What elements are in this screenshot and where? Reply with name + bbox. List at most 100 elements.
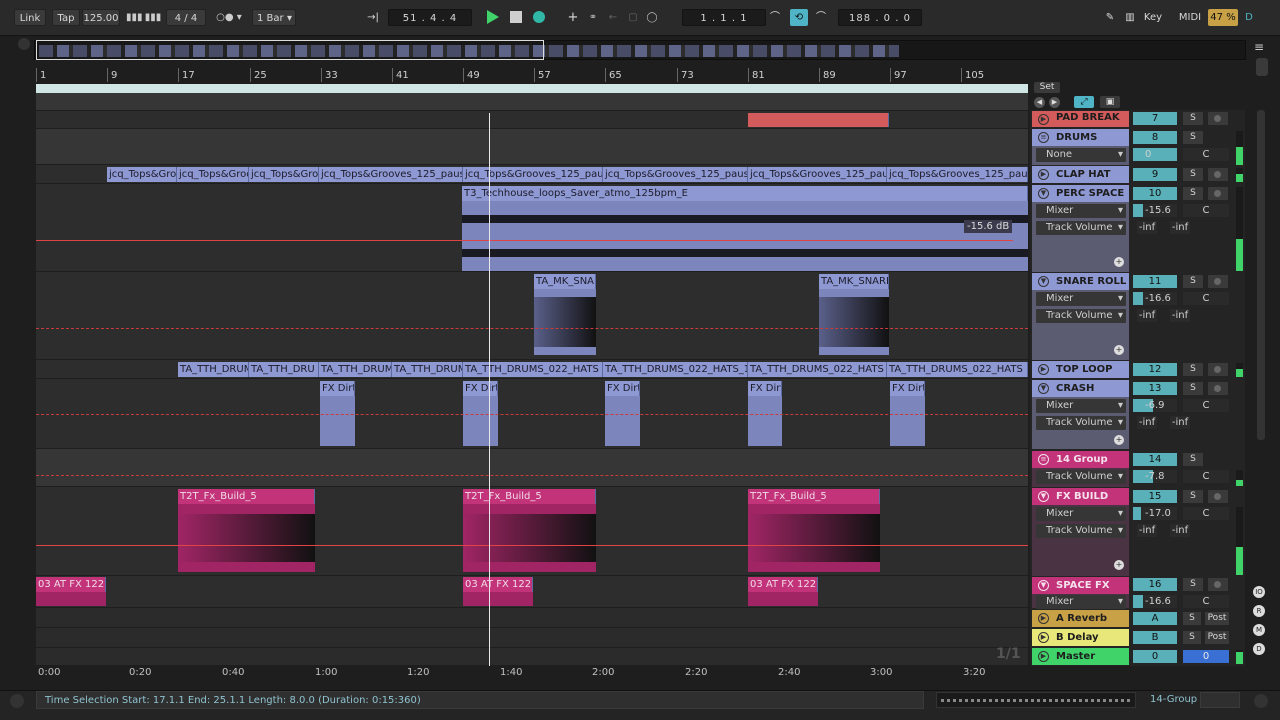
- clip[interactable]: TA_MK_SNARE: [819, 274, 889, 289]
- solo-button[interactable]: S: [1183, 363, 1203, 376]
- post-button[interactable]: Post: [1205, 631, 1229, 644]
- punch-out-icon[interactable]: ⌒: [814, 9, 828, 26]
- track-number[interactable]: 14: [1133, 453, 1177, 466]
- arm-button[interactable]: [1208, 382, 1228, 395]
- add-lane-icon[interactable]: +: [1114, 345, 1124, 355]
- volume-field[interactable]: 0: [1133, 148, 1177, 161]
- clip[interactable]: TA_MK_SNAR: [534, 274, 596, 289]
- automation-line[interactable]: [36, 475, 1028, 476]
- pan-field[interactable]: C: [1183, 595, 1229, 608]
- lock-icon[interactable]: ▣: [1100, 96, 1120, 108]
- device-chooser[interactable]: Mixer: [1036, 292, 1126, 306]
- track-number[interactable]: 16: [1133, 578, 1177, 591]
- post-button[interactable]: Post: [1205, 612, 1229, 625]
- solo-button[interactable]: S: [1183, 168, 1203, 181]
- track-number[interactable]: 0: [1133, 650, 1177, 663]
- clip-overview[interactable]: [936, 692, 1136, 708]
- metronome-icon[interactable]: ▮▮▮: [126, 9, 143, 26]
- pan-field[interactable]: C: [1183, 399, 1229, 412]
- clip[interactable]: FX Dirt: [890, 381, 925, 396]
- loop-brace[interactable]: [36, 84, 1028, 93]
- position-field[interactable]: 51 . 4 . 4: [388, 9, 472, 26]
- track-header-clap-hat[interactable]: ▶ CLAP HAT: [1032, 166, 1129, 183]
- time-ruler[interactable]: 0:00 0:20 0:40 1:00 1:20 1:40 2:00 2:20 …: [36, 666, 1028, 680]
- parameter-chooser[interactable]: Track Volume: [1036, 416, 1126, 430]
- follow-icon[interactable]: →|: [364, 9, 382, 26]
- clip[interactable]: FX Dirt: [463, 381, 498, 396]
- menu-icon[interactable]: ≡: [1254, 40, 1264, 54]
- track-header-crash[interactable]: ▼ CRASH: [1032, 380, 1129, 397]
- add-lane-icon[interactable]: +: [1114, 257, 1124, 267]
- track-number[interactable]: B: [1133, 631, 1177, 644]
- master-volume-field[interactable]: 0: [1183, 650, 1229, 663]
- io-toggle-icon[interactable]: IO: [1253, 586, 1265, 598]
- solo-button[interactable]: S: [1183, 453, 1203, 466]
- fold-icon[interactable]: ▼: [1038, 580, 1049, 591]
- playhead[interactable]: [489, 113, 490, 666]
- clip[interactable]: 03 AT FX 122: [748, 577, 818, 592]
- loop-length-field[interactable]: 188 . 0 . 0: [838, 9, 922, 26]
- lane-master[interactable]: [36, 648, 1028, 666]
- tempo-field[interactable]: 125.00: [82, 9, 120, 26]
- clip[interactable]: T2T_Fx_Build_5: [463, 489, 596, 504]
- clip[interactable]: FX Dirt: [605, 381, 640, 396]
- add-lane-icon[interactable]: +: [1114, 560, 1124, 570]
- track-number[interactable]: 12: [1133, 363, 1177, 376]
- fold-icon[interactable]: ▼: [1038, 276, 1049, 287]
- clip[interactable]: jcq_Tops&Grooves_125_pause: [887, 167, 1028, 182]
- clip[interactable]: TA_TTH_DRUMS_022_HATS_1: [603, 362, 748, 377]
- loop-start-field[interactable]: 1 . 1 . 1: [682, 9, 766, 26]
- clip[interactable]: TA_TTH_DRUM: [392, 362, 463, 377]
- scroll-up-handle[interactable]: [1256, 58, 1268, 76]
- record-mode-icon[interactable]: ○● ▾: [210, 9, 248, 26]
- parameter-chooser[interactable]: Track Volume: [1036, 524, 1126, 538]
- clip[interactable]: FX Dirt: [748, 381, 782, 396]
- pan-field[interactable]: C: [1183, 204, 1229, 217]
- solo-button[interactable]: S: [1183, 112, 1203, 125]
- back-icon[interactable]: ←: [606, 9, 620, 26]
- keyboard-icon[interactable]: ▥: [1122, 9, 1138, 26]
- fold-icon[interactable]: ▶: [1038, 632, 1049, 643]
- device-chooser[interactable]: Mixer: [1036, 507, 1126, 521]
- link-button[interactable]: Link: [14, 9, 46, 26]
- solo-button[interactable]: S: [1183, 578, 1203, 591]
- loop-link-icon[interactable]: ⚭: [586, 9, 600, 26]
- clip[interactable]: FX Dirt: [320, 381, 355, 396]
- delay-toggle-icon[interactable]: D: [1253, 643, 1265, 655]
- clip[interactable]: jcq_Tops&Grooves_125_pause: [603, 167, 748, 182]
- parameter-chooser[interactable]: Track Volume: [1036, 309, 1126, 323]
- solo-button[interactable]: S: [1183, 612, 1201, 625]
- capture-icon[interactable]: ◯: [645, 9, 659, 26]
- tap-button[interactable]: Tap: [52, 9, 80, 26]
- volume-field[interactable]: -17.0: [1133, 507, 1177, 520]
- parameter-chooser[interactable]: Track Volume: [1036, 470, 1126, 484]
- arm-button[interactable]: [1208, 168, 1228, 181]
- track-number[interactable]: 9: [1133, 168, 1177, 181]
- track-header-fx-build[interactable]: ▼ FX BUILD: [1032, 488, 1129, 505]
- arm-button[interactable]: [1208, 112, 1228, 125]
- fold-icon[interactable]: ▼: [1038, 491, 1049, 502]
- clip[interactable]: T3_Techhouse_loops_Saver_atmo_125bpm_E: [462, 186, 1028, 201]
- quantize-menu[interactable]: 1 Bar ▾: [252, 9, 296, 26]
- volume-field[interactable]: -16.6: [1133, 292, 1177, 305]
- track-header-group-14[interactable]: ≡ 14 Group: [1032, 451, 1129, 468]
- lane-a-reverb[interactable]: [36, 608, 1028, 628]
- overview-toggle-icon[interactable]: [18, 38, 30, 50]
- track-header-top-loop[interactable]: ▶ TOP LOOP: [1032, 361, 1129, 378]
- track-header-b-delay[interactable]: ▶ B Delay: [1032, 629, 1129, 646]
- track-header-space-fx[interactable]: ▼ SPACE FX: [1032, 577, 1129, 594]
- clip[interactable]: jcq_Tops&Grooves_125_pau: [748, 167, 887, 182]
- solo-button[interactable]: S: [1183, 131, 1203, 144]
- automation-line[interactable]: [36, 414, 1028, 415]
- clip[interactable]: TA_TTH_DRUM: [319, 362, 392, 377]
- track-header-a-reverb[interactable]: ▶ A Reverb: [1032, 610, 1129, 627]
- lane-drums[interactable]: [36, 129, 1028, 165]
- arm-button[interactable]: [1208, 275, 1228, 288]
- clip[interactable]: TA_TTH_DRUMS_022_HATS: [748, 362, 887, 377]
- device-chooser[interactable]: Mixer: [1036, 399, 1126, 413]
- track-number[interactable]: 10: [1133, 187, 1177, 200]
- automation-line[interactable]: [36, 545, 1028, 546]
- add-icon[interactable]: +: [566, 9, 580, 26]
- clip[interactable]: 03 AT FX 122: [463, 577, 533, 592]
- fold-icon[interactable]: ≡: [1038, 454, 1049, 465]
